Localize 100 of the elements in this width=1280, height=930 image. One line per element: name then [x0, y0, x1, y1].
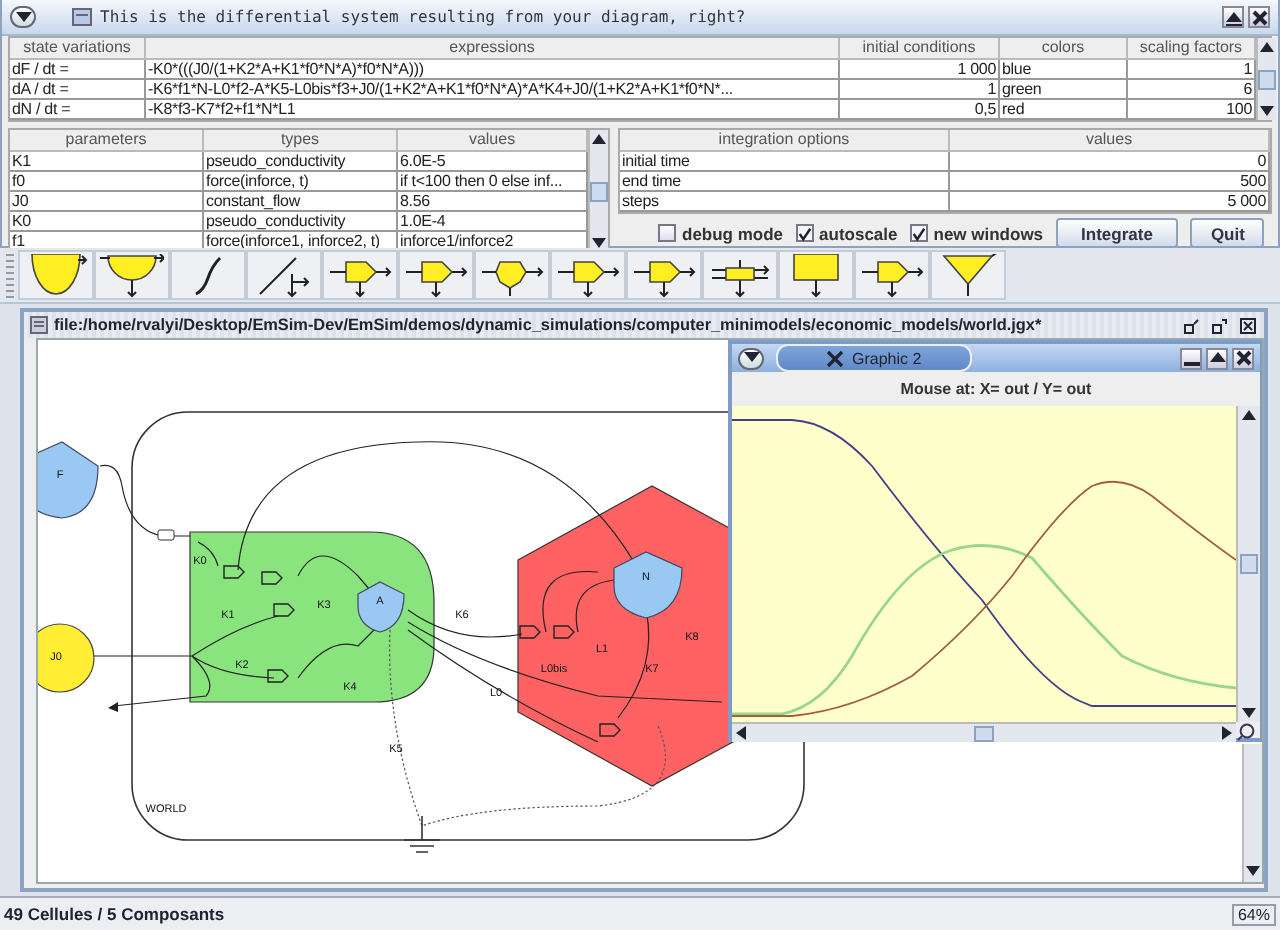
document-icon [30, 316, 48, 334]
window-icon [72, 8, 92, 26]
maximize-button[interactable] [1208, 314, 1230, 336]
vertical-scrollbar[interactable] [588, 130, 608, 252]
down-arrow-icon[interactable] [592, 238, 606, 248]
column-header[interactable]: initial conditions [840, 38, 1000, 60]
node-shape [357, 581, 405, 633]
table-cell: if t<100 then 0 else inf... [398, 172, 588, 192]
column-header[interactable]: state variations [10, 38, 146, 60]
table-cell: 5 000 [950, 192, 1270, 212]
checkbox-label: new windows [933, 223, 1044, 243]
table-cell: f0 [10, 172, 204, 192]
node-shape [38, 623, 95, 693]
gate-node-icon [519, 625, 541, 639]
close-button[interactable] [1236, 314, 1258, 336]
action-button[interactable]: Integrate [1055, 218, 1179, 248]
table-cell: 1 [840, 80, 1000, 100]
status-text: 49 Cellules / 5 Composants [4, 904, 225, 924]
tool-button[interactable] [854, 250, 930, 300]
table-cell: pseudo_conductivity [204, 212, 398, 232]
tool-button[interactable] [702, 250, 778, 300]
close-button[interactable] [1232, 347, 1254, 369]
tool-button[interactable] [322, 250, 398, 300]
scrollbar-thumb[interactable] [590, 181, 608, 201]
column-header[interactable]: scaling factors [1128, 38, 1256, 60]
table-cell: constant_flow [204, 192, 398, 212]
window-menu-button[interactable] [10, 6, 36, 28]
tool-button[interactable] [94, 250, 170, 300]
vertical-scrollbar[interactable] [1242, 744, 1262, 882]
window-title: This is the differential system resulting from your diagram, right? [100, 8, 748, 26]
up-arrow-icon[interactable] [592, 134, 606, 144]
table-cell: -K8*f3-K7*f2+f1*N*L1 [146, 100, 840, 120]
vertical-scrollbar[interactable] [1236, 406, 1260, 722]
node-shape [613, 551, 683, 619]
table-cell: initial time [620, 152, 950, 172]
zoom-icon[interactable] [1236, 722, 1256, 742]
table-cell: 500 [950, 172, 1270, 192]
checkbox[interactable] [909, 224, 928, 242]
down-arrow-icon[interactable] [1260, 106, 1274, 116]
maximize-button[interactable] [1206, 347, 1228, 369]
toolbar-grip[interactable] [6, 253, 14, 297]
minimize-button[interactable] [1180, 314, 1202, 336]
checkbox-label: autoscale [819, 223, 898, 243]
tool-button[interactable] [550, 250, 626, 300]
connector-line [99, 464, 219, 567]
window-title: file:/home/rvalyi/Desktop/EmSim-Dev/EmSim/demos/dynamic_simulations/computer_minimodels/economic_models/world.jgx* [54, 316, 1042, 334]
column-header[interactable]: integration options [620, 130, 950, 152]
up-arrow-icon[interactable] [1260, 42, 1274, 52]
checkmark-icon [797, 225, 812, 241]
close-icon [1251, 9, 1267, 25]
gate-node-icon [553, 625, 575, 639]
column-header[interactable]: values [950, 130, 1270, 152]
table-cell: 1.0E-4 [398, 212, 588, 232]
action-button[interactable]: Quit [1190, 218, 1265, 248]
window-menu-button[interactable] [738, 347, 764, 369]
table-cell: 1 000 [840, 60, 1000, 80]
ground-icon [403, 815, 441, 853]
right-arrow-icon[interactable] [1222, 726, 1232, 740]
scrollbar-thumb[interactable] [1258, 69, 1276, 89]
caret-icon [15, 11, 31, 23]
column-header[interactable]: expressions [146, 38, 840, 60]
table-cell: -K0*(((J0/(1+K2*A+K1*f0*N*A)*f0*N*A))) [146, 60, 840, 80]
gate-node-icon [223, 565, 245, 579]
eject-icon [1225, 9, 1241, 25]
window-title: Graphic 2 [852, 349, 922, 367]
up-arrow-icon[interactable] [1242, 410, 1256, 420]
tool-button[interactable] [930, 250, 1006, 300]
tool-button[interactable] [170, 250, 246, 300]
horizontal-scrollbar[interactable] [732, 722, 1236, 742]
maximize-button[interactable] [1222, 6, 1244, 28]
column-header[interactable]: values [398, 130, 588, 152]
table-cell: pseudo_conductivity [204, 152, 398, 172]
table-cell: -K6*f1*N-L0*f2-A*K5-L0bis*f3+J0/(1+K2*A+K1*f0*N*A)*A*K4+J0/(1+K2*A+K1*f0*N*... [146, 80, 840, 100]
scrollbar-thumb[interactable] [1240, 554, 1258, 574]
column-header[interactable]: types [204, 130, 398, 152]
column-header[interactable]: parameters [10, 130, 204, 152]
close-button[interactable] [1248, 6, 1270, 28]
checkmark-icon [911, 225, 926, 241]
down-arrow-icon[interactable] [1242, 708, 1256, 718]
vertical-scrollbar[interactable] [1256, 38, 1276, 120]
checkbox[interactable] [795, 224, 814, 242]
minimize-button[interactable] [1180, 347, 1202, 369]
node-shape [38, 441, 99, 519]
table-cell: dN / dt = [10, 100, 146, 120]
tool-button[interactable] [246, 250, 322, 300]
table-cell: 8.56 [398, 192, 588, 212]
tool-button[interactable] [626, 250, 702, 300]
tool-button[interactable] [398, 250, 474, 300]
tool-button[interactable] [474, 250, 550, 300]
table-cell: end time [620, 172, 950, 192]
table-cell: red [1000, 100, 1128, 120]
checkbox[interactable] [658, 224, 676, 242]
mouse-readout: Mouse at: X= out / Y= out [898, 378, 1094, 402]
table-cell: force(inforce, t) [204, 172, 398, 192]
scrollbar-thumb[interactable] [974, 725, 994, 741]
tool-button[interactable] [18, 250, 94, 300]
column-header[interactable]: colors [1000, 38, 1128, 60]
down-arrow-icon[interactable] [1246, 866, 1260, 876]
table-cell: K1 [10, 152, 204, 172]
left-arrow-icon[interactable] [736, 726, 746, 740]
